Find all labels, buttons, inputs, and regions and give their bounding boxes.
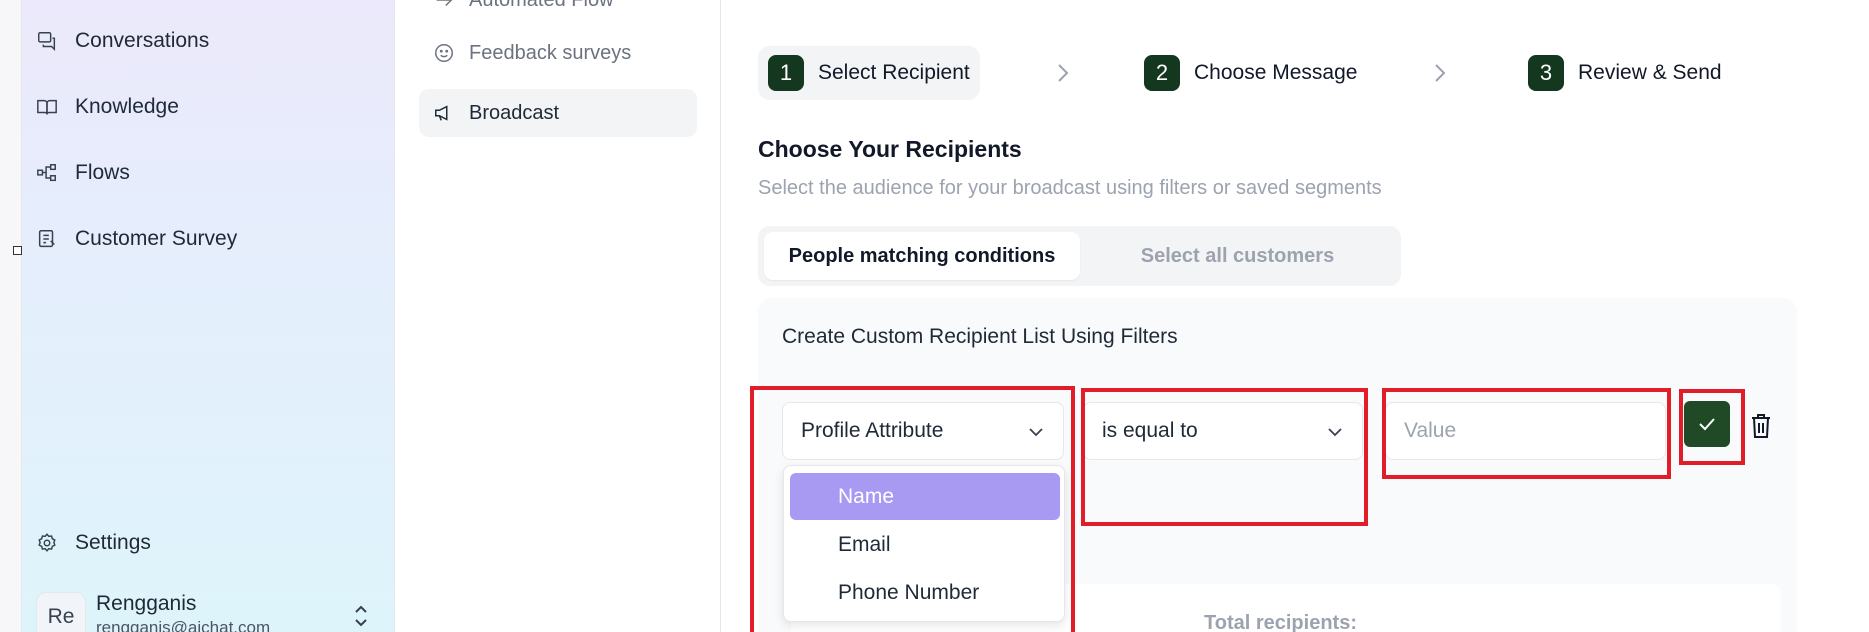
confirm-filter-button[interactable] bbox=[1684, 401, 1730, 447]
sidebar-item-settings[interactable]: Settings bbox=[22, 518, 395, 568]
step-label: Review & Send bbox=[1578, 61, 1722, 84]
step-review-send[interactable]: 3 Review & Send bbox=[1518, 46, 1732, 100]
total-recipients-label: Total recipients: bbox=[1204, 612, 1357, 632]
smiley-icon bbox=[435, 44, 453, 62]
chevron-right-icon bbox=[1435, 64, 1446, 82]
sidebar-item-customer-survey[interactable]: Customer Survey bbox=[22, 214, 395, 264]
sidebar-item-label: Conversations bbox=[75, 29, 210, 52]
left-rail bbox=[0, 0, 22, 632]
book-icon bbox=[37, 99, 57, 115]
page-title: Choose Your Recipients bbox=[758, 136, 1022, 162]
subnav-item-label: Automated Flow bbox=[469, 0, 614, 12]
filter-value-input[interactable] bbox=[1385, 402, 1666, 460]
chat-icon bbox=[38, 32, 56, 52]
survey-icon bbox=[38, 230, 55, 248]
step-label: Select Recipient bbox=[818, 61, 970, 84]
avatar: Re bbox=[36, 592, 86, 632]
attribute-select-value: Profile Attribute bbox=[801, 419, 944, 442]
dropdown-option-name[interactable]: Name bbox=[790, 473, 1060, 520]
subnav-item-label: Broadcast bbox=[469, 101, 560, 124]
subnav-item-label: Feedback surveys bbox=[469, 41, 632, 64]
chevron-down-icon bbox=[1328, 428, 1342, 437]
dropdown-option-email[interactable]: Email bbox=[790, 521, 1060, 568]
dropdown-option-phone-number[interactable]: Phone Number bbox=[790, 569, 1060, 616]
flow-icon bbox=[436, 0, 453, 7]
subnav-item-broadcast[interactable]: Broadcast bbox=[419, 89, 697, 137]
resize-handle-icon[interactable] bbox=[13, 246, 22, 255]
attribute-dropdown-menu: Name Email Phone Number bbox=[783, 465, 1065, 622]
step-choose-message[interactable]: 2 Choose Message bbox=[1134, 46, 1367, 100]
step-number: 3 bbox=[1528, 55, 1564, 91]
sidebar-item-label: Customer Survey bbox=[75, 227, 238, 250]
app-window: Conversations Knowledge Flows Customer S… bbox=[0, 0, 1869, 632]
step-select-recipient[interactable]: 1 Select Recipient bbox=[758, 46, 980, 100]
user-menu[interactable]: Re Rengganis rengganis@aichat.com bbox=[22, 588, 395, 632]
subnav-item-feedback-surveys[interactable]: Feedback surveys bbox=[419, 29, 697, 77]
filter-panel-title: Create Custom Recipient List Using Filte… bbox=[782, 325, 1178, 348]
sidebar-item-flows[interactable]: Flows bbox=[22, 148, 395, 198]
sidebar: Conversations Knowledge Flows Customer S… bbox=[22, 0, 395, 632]
megaphone-icon bbox=[435, 105, 448, 121]
flow-icon bbox=[37, 164, 56, 182]
page-subtitle: Select the audience for your broadcast u… bbox=[758, 177, 1382, 199]
recipient-mode-tabs: People matching conditions Select all cu… bbox=[758, 226, 1401, 286]
step-number: 2 bbox=[1144, 55, 1180, 91]
gear-icon bbox=[38, 533, 56, 552]
user-email: rengganis@aichat.com bbox=[96, 618, 271, 632]
chevron-right-icon bbox=[1058, 64, 1069, 82]
sidebar-item-conversations[interactable]: Conversations bbox=[22, 16, 395, 66]
chevron-down-icon bbox=[1029, 428, 1043, 437]
user-name: Rengganis bbox=[96, 592, 197, 615]
step-label: Choose Message bbox=[1194, 61, 1358, 84]
settings-label: Settings bbox=[75, 531, 151, 554]
sidebar-item-label: Knowledge bbox=[75, 95, 179, 118]
sidebar-item-label: Flows bbox=[75, 161, 130, 184]
subnav-item-automated-flow[interactable]: Automated Flow bbox=[419, 0, 697, 24]
sidebar-item-knowledge[interactable]: Knowledge bbox=[22, 82, 395, 132]
attribute-select[interactable]: Profile Attribute bbox=[782, 402, 1064, 460]
check-icon bbox=[1699, 418, 1715, 431]
operator-select[interactable]: is equal to bbox=[1083, 402, 1363, 460]
tab-people-matching-conditions[interactable]: People matching conditions bbox=[764, 232, 1080, 280]
tab-select-all-customers[interactable]: Select all customers bbox=[1080, 232, 1395, 280]
step-number: 1 bbox=[768, 55, 804, 91]
operator-select-value: is equal to bbox=[1102, 419, 1198, 442]
chevron-up-down-icon[interactable] bbox=[350, 602, 372, 630]
trash-icon[interactable] bbox=[1750, 413, 1772, 439]
automation-subnav: Automated Flow Feedback surveys Broadcas… bbox=[395, 0, 721, 632]
